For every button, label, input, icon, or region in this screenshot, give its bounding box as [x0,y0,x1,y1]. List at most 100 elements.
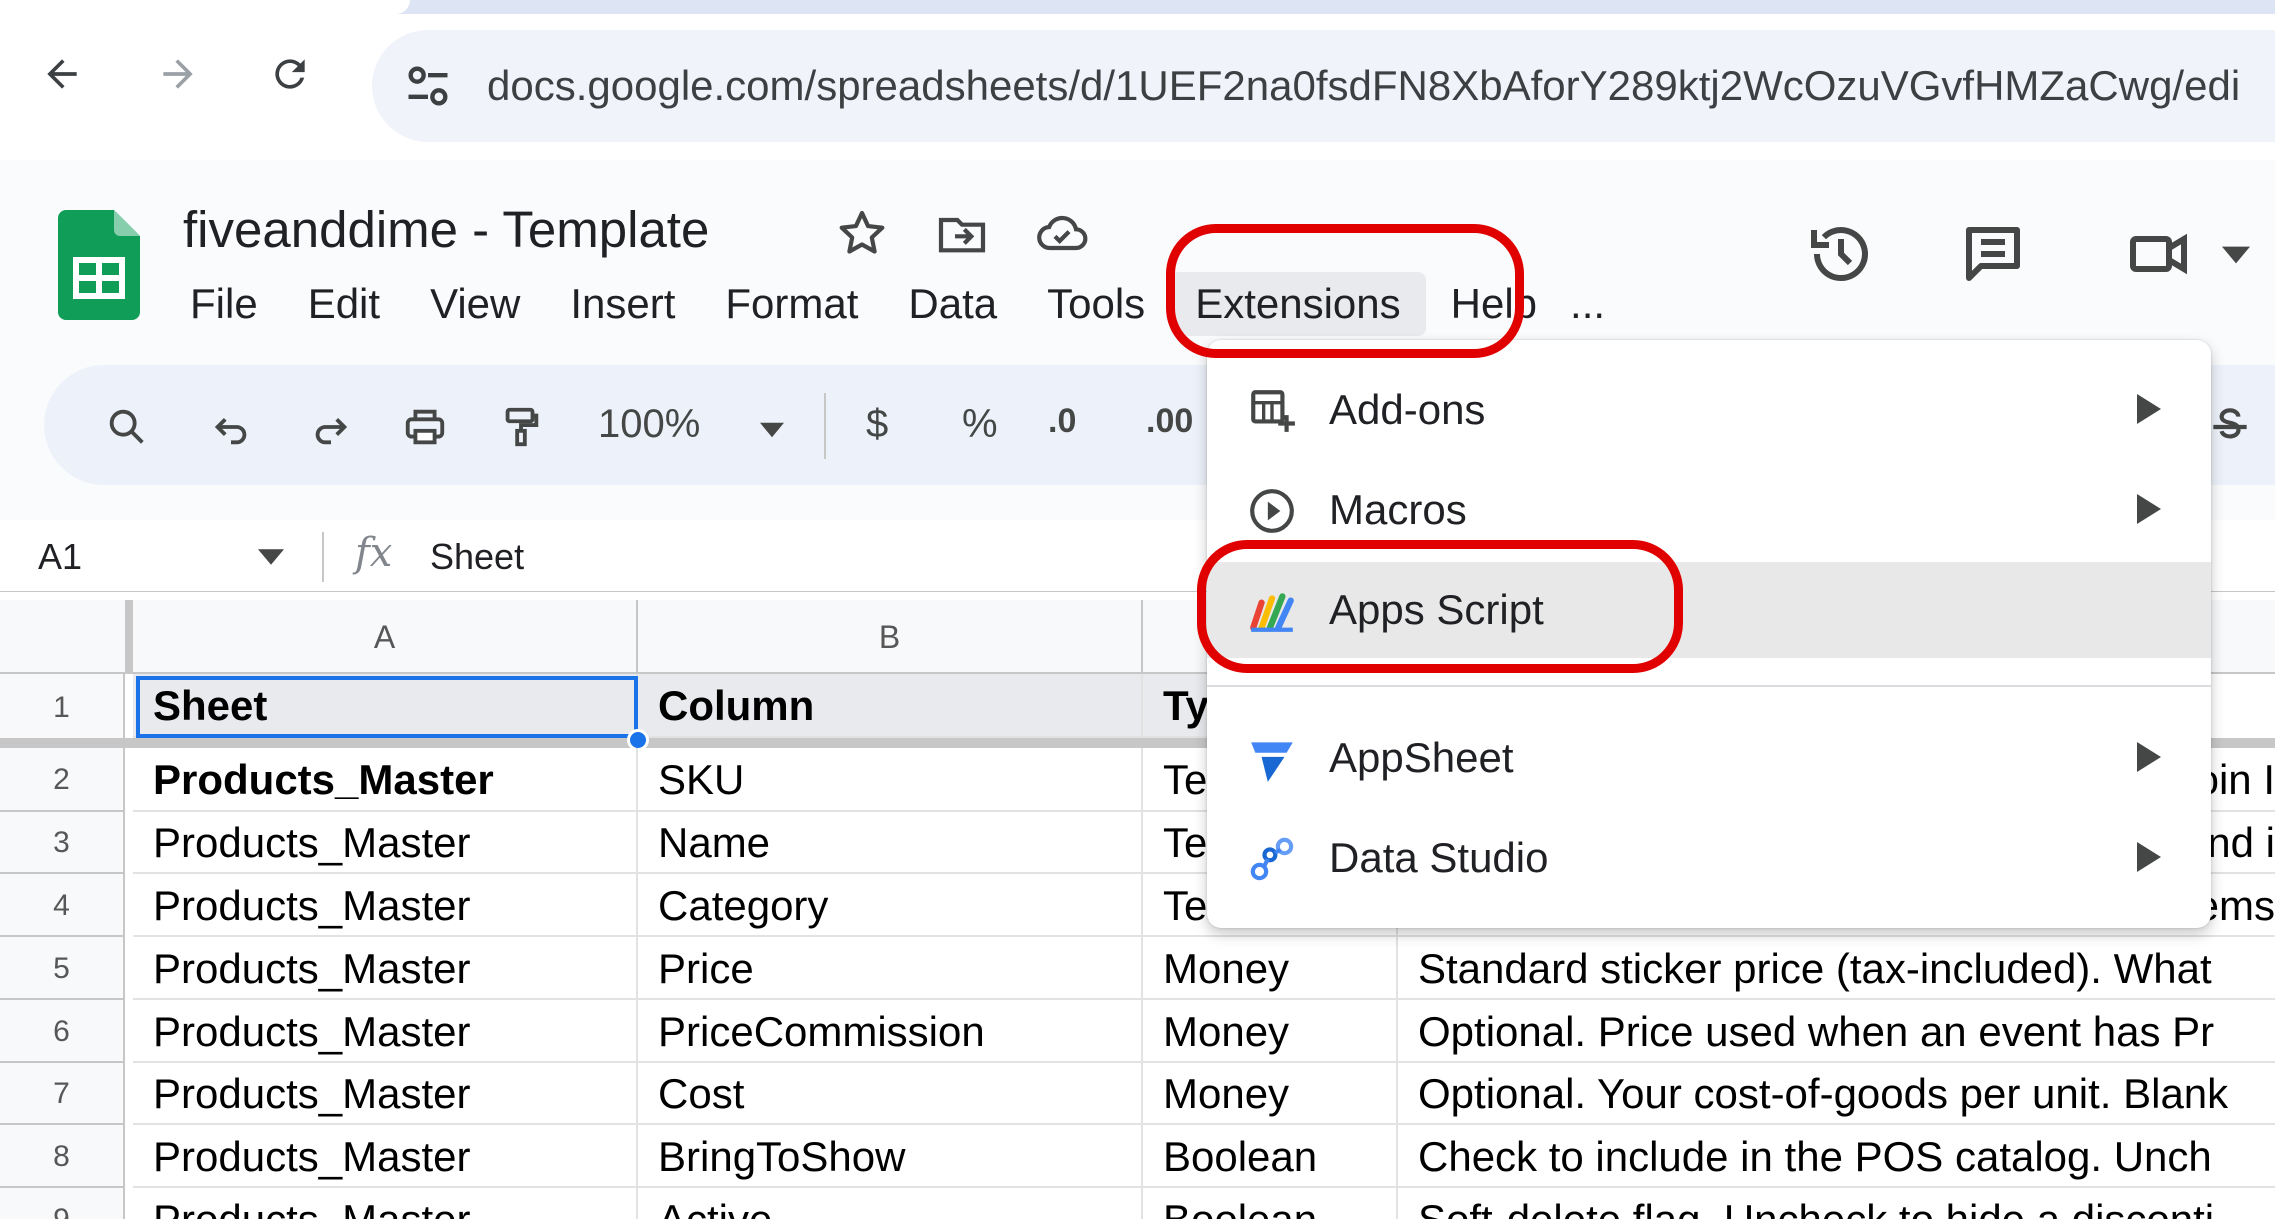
address-bar[interactable]: docs.google.com/spreadsheets/d/1UEF2na0f… [372,30,2275,142]
zoom-dropdown-icon[interactable] [760,422,784,438]
document-title[interactable]: fiveanddime - Template [183,200,709,259]
forward-button[interactable] [148,44,208,104]
data-studio-icon [1250,837,1294,881]
increase-decimal-button[interactable]: .00 [1146,402,1193,441]
cell-b6[interactable]: PriceCommission [638,1000,1143,1063]
site-settings-icon[interactable] [402,60,454,112]
formula-input[interactable]: Sheet [430,536,524,578]
row-header-5[interactable]: 5 [0,937,125,1000]
version-history-icon[interactable] [1805,218,1877,290]
menu-item-add-ons[interactable]: Add-ons [1207,362,2211,458]
active-tab-edge[interactable] [0,0,410,14]
row-header-8[interactable]: 8 [0,1125,125,1188]
row-header-1[interactable]: 1 [0,674,125,742]
menu-file[interactable]: File [165,280,283,328]
macros-play-icon [1250,489,1294,533]
row-header-6[interactable]: 6 [0,1000,125,1063]
cell-a8[interactable]: Products_Master [133,1125,638,1188]
redo-icon [315,417,348,445]
menu-edit[interactable]: Edit [283,280,405,328]
cell-d7[interactable]: Optional. Your cost-of-goods per unit. B… [1398,1063,2275,1125]
name-box[interactable]: A1 [38,536,82,578]
menu-item-data-studio[interactable]: Data Studio [1207,810,2211,906]
star-icon[interactable] [834,206,890,262]
reload-icon [275,59,305,89]
cell-b8[interactable]: BringToShow [638,1125,1143,1188]
browser-tab-strip [0,0,2275,14]
submenu-arrow-icon [2137,842,2161,872]
print-button[interactable] [402,404,448,450]
cell-b4[interactable]: Category [638,874,1143,937]
cell-c6[interactable]: Money [1143,1000,1398,1063]
undo-button[interactable] [208,404,254,450]
cell-b5[interactable]: Price [638,937,1143,1000]
cell-c9[interactable]: Boolean [1143,1188,1398,1219]
row-header-2[interactable]: 2 [0,748,125,812]
cell-a6[interactable]: Products_Master [133,1000,638,1063]
cell-d5[interactable]: Standard sticker price (tax-included). W… [1398,937,2275,1000]
menu-insert[interactable]: Insert [545,280,700,328]
decrease-decimal-button[interactable]: .0 [1048,402,1076,441]
cell-d8[interactable]: Check to include in the POS catalog. Unc… [1398,1125,2275,1188]
cell-a3[interactable]: Products_Master [133,812,638,874]
row-header-7[interactable]: 7 [0,1063,125,1125]
toolbar-separator [824,393,826,459]
menu-format[interactable]: Format [700,280,883,328]
menu-item-label: Add-ons [1329,386,1486,433]
column-header-a[interactable]: A [133,600,638,674]
cell-b7[interactable]: Cost [638,1063,1143,1125]
url-text[interactable]: docs.google.com/spreadsheets/d/1UEF2na0f… [487,62,2240,110]
submenu-arrow-icon [2137,494,2161,524]
row-header-3[interactable]: 3 [0,812,125,874]
cell-b3[interactable]: Name [638,812,1143,874]
apps-script-highlight-ring [1197,540,1683,673]
back-button[interactable] [32,44,92,104]
cell-a7[interactable]: Products_Master [133,1063,638,1125]
move-folder-icon[interactable] [934,206,990,262]
cell-c5[interactable]: Money [1143,937,1398,1000]
screen: docs.google.com/spreadsheets/d/1UEF2na0f… [0,0,2275,1219]
cloud-saved-icon[interactable] [1034,206,1090,262]
cell-b2[interactable]: SKU [638,748,1143,812]
zoom-select[interactable]: 100% [598,402,700,447]
menu-data[interactable]: Data [883,280,1022,328]
undo-icon [214,417,247,445]
submenu-arrow-icon [2137,394,2161,424]
row-header-4[interactable]: 4 [0,874,125,937]
cell-c7[interactable]: Money [1143,1063,1398,1125]
paint-format-button[interactable] [498,404,544,450]
menu-item-appsheet[interactable]: AppSheet [1207,710,2211,806]
menu-tools[interactable]: Tools [1022,280,1170,328]
google-sheets-logo-icon[interactable] [58,210,140,320]
menu-item-label: AppSheet [1329,734,1514,781]
menu-view[interactable]: View [405,280,545,328]
row-header-9[interactable]: 9 [0,1188,125,1219]
frozen-column-bar[interactable] [125,600,133,674]
currency-format-button[interactable]: $ [866,402,888,447]
cell-b1[interactable]: Column [638,674,1143,738]
cell-a5[interactable]: Products_Master [133,937,638,1000]
percent-format-button[interactable]: % [962,402,998,447]
cell-c8[interactable]: Boolean [1143,1125,1398,1188]
menu-separator [1207,685,2211,687]
name-box-dropdown-icon[interactable] [258,548,284,566]
strikethrough-icon[interactable] [2205,402,2255,452]
search-icon [109,409,144,444]
appsheet-icon [1251,742,1293,782]
cell-d6[interactable]: Optional. Price used when an event has P… [1398,1000,2275,1063]
submenu-arrow-icon [2137,742,2161,772]
meet-camera-icon[interactable] [2124,218,2196,290]
cell-b9[interactable]: Active [638,1188,1143,1219]
select-all-corner[interactable] [0,600,129,674]
cell-a2[interactable]: Products_Master [133,748,638,812]
menu-more[interactable]: ... [1562,280,1613,328]
comments-icon[interactable] [1957,218,2029,290]
reload-button[interactable] [260,44,320,104]
search-menus-button[interactable] [104,404,150,450]
cell-a4[interactable]: Products_Master [133,874,638,937]
cell-d9[interactable]: Soft-delete flag. Uncheck to hide a disc… [1398,1188,2275,1219]
column-header-b[interactable]: B [638,600,1143,674]
redo-button[interactable] [308,404,354,450]
cell-a9[interactable]: Products_Master [133,1188,638,1219]
meet-dropdown-icon[interactable] [2222,245,2250,265]
